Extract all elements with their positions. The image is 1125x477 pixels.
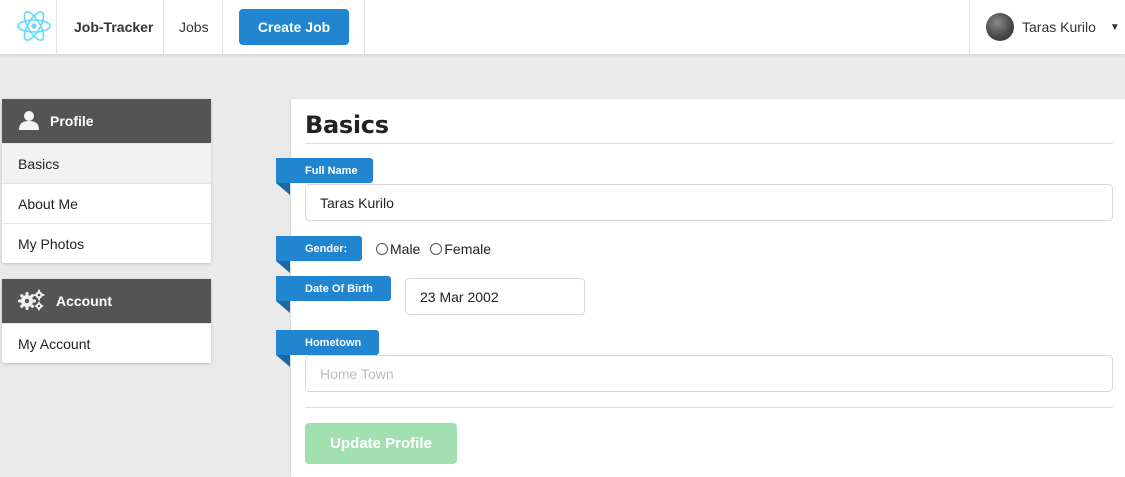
logo-link[interactable] [14, 0, 54, 54]
profile-menu: Profile Basics About Me My Photos [2, 99, 211, 263]
full-name-label: Full Name [276, 158, 373, 195]
account-menu: Account My Account [2, 279, 211, 363]
female-label: Female [444, 241, 492, 257]
avatar [986, 13, 1014, 41]
male-label: Male [390, 241, 421, 257]
gender-label: Gender: [276, 236, 362, 273]
gears-icon [18, 289, 46, 314]
female-radio[interactable] [430, 243, 443, 255]
form-divider [305, 407, 1113, 408]
hometown-input[interactable]: Home Town [305, 355, 1113, 392]
user-name: Taras Kurilo [1022, 19, 1096, 35]
update-profile-button[interactable]: Update Profile [305, 423, 457, 464]
user-icon [18, 110, 40, 133]
gender-radio-group: Male Female [376, 241, 491, 257]
user-menu-dropdown[interactable]: Taras Kurilo ▼ [986, 0, 1120, 54]
nav-jobs-link[interactable]: Jobs [179, 0, 209, 54]
top-navbar: Job-Tracker Jobs Create Job Taras Kurilo… [0, 0, 1125, 55]
gender-option-female[interactable]: Female [430, 241, 491, 257]
sidebar-item-about-me[interactable]: About Me [2, 183, 211, 223]
profile-menu-header: Profile [2, 99, 211, 143]
full-name-input[interactable]: Taras Kurilo [305, 184, 1113, 221]
gender-option-male[interactable]: Male [376, 241, 420, 257]
sidebar-item-my-photos[interactable]: My Photos [2, 223, 211, 263]
sidebar-item-basics[interactable]: Basics [2, 143, 211, 183]
sidebar-item-my-account[interactable]: My Account [2, 323, 211, 363]
date-of-birth-label: Date Of Birth [276, 276, 391, 313]
title-divider [305, 143, 1113, 144]
profile-menu-title: Profile [50, 113, 94, 129]
caret-down-icon: ▼ [1109, 21, 1120, 33]
page-title: Basics [305, 111, 389, 139]
male-radio[interactable] [376, 243, 388, 255]
react-logo-icon [16, 9, 52, 46]
account-menu-title: Account [56, 293, 112, 309]
hometown-label: Hometown [276, 330, 379, 367]
account-menu-header: Account [2, 279, 211, 323]
brand-name[interactable]: Job-Tracker [74, 0, 153, 54]
date-of-birth-input[interactable]: 23 Mar 2002 [405, 278, 585, 315]
create-job-button[interactable]: Create Job [239, 9, 349, 45]
